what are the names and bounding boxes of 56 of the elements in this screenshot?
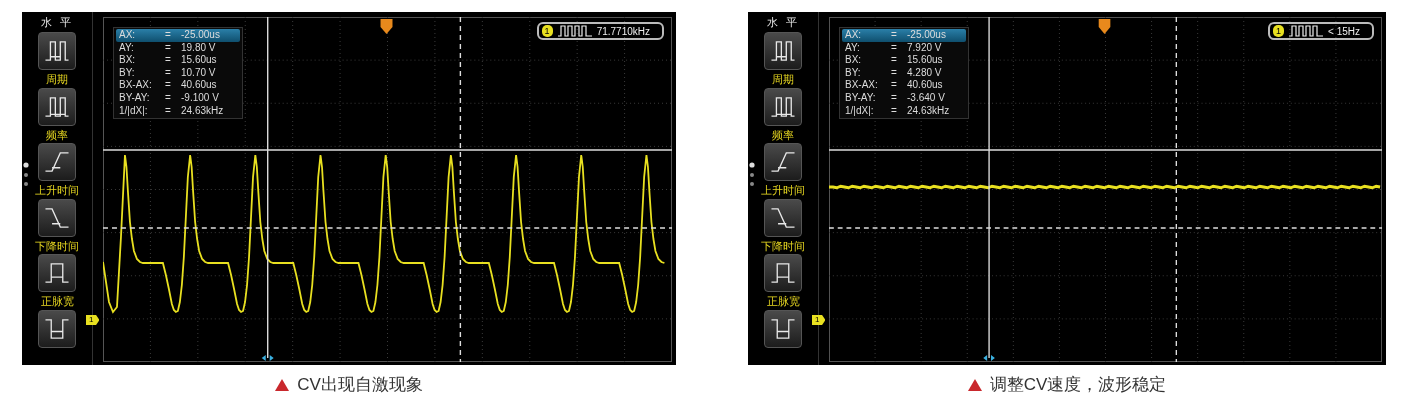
cursor-handle-icon [261,355,274,361]
measure-button[interactable] [38,87,76,126]
readout-row[interactable]: AY: = 19.80 V [116,41,240,55]
readout-row[interactable]: BY-AY: = -3.640 V [842,91,966,105]
measure-label: 周期 [46,72,68,88]
triangle-icon [275,378,290,391]
measure-label: 上升时间 [35,183,79,199]
measure-button[interactable] [764,198,802,237]
measure-label: 周期 [772,72,794,88]
readout-row[interactable]: BX: = 15.60us [116,54,240,67]
triangle-icon [967,378,982,391]
readout-row[interactable]: 1/|dX|: = 24.63kHz [116,104,240,118]
trigger-marker-icon [380,19,393,34]
measure-button[interactable] [38,143,76,182]
menu-title: 水 平 [767,15,799,30]
channel-badge: 1 [1273,25,1285,37]
measure-button[interactable] [38,309,76,348]
page-dots-icon [749,162,755,188]
square-wave-icon [556,25,593,37]
readout-row[interactable]: BX: = 15.60us [842,54,966,67]
frequency-value: 71.7710kHz [596,25,650,37]
measure-label: 正脉宽 [766,294,800,310]
measure-button[interactable] [764,32,802,71]
readout-row[interactable]: BX-AX: = 40.60us [116,79,240,92]
page-dots-icon [23,162,29,188]
measure-label: 正脉宽 [40,294,74,310]
channel-marker: 1 [86,315,100,325]
readout-row[interactable]: BY: = 4.280 V [842,66,966,80]
readout-row[interactable]: BY-AY: = -9.100 V [116,91,240,105]
square-wave-icon [1288,25,1325,37]
measure-label: 下降时间 [35,238,79,254]
readout-row[interactable]: AX: = -25.00us [116,29,240,42]
measure-label: 频率 [772,127,794,143]
measure-button[interactable] [38,32,76,71]
channel-badge: 1 [541,25,553,37]
measure-button[interactable] [764,87,802,126]
measure-button[interactable] [38,254,76,293]
measure-button[interactable] [764,143,802,182]
measure-button[interactable] [764,309,802,348]
frequency-value: < 15Hz [1328,25,1360,37]
channel-marker: 1 [812,315,826,325]
measure-label: 上升时间 [761,183,805,199]
readout-row[interactable]: BX-AX: = 40.60us [842,79,966,92]
readout-row[interactable]: 1/|dX|: = 24.63kHz [842,104,966,118]
cursor-handle-icon [983,355,995,361]
readout-row[interactable]: BY: = 10.70 V [116,66,240,80]
figure-caption: 调整CV速度，波形稳定 [989,374,1167,396]
measure-button[interactable] [764,254,802,293]
measure-label: 频率 [46,127,68,143]
readout-row[interactable]: AX: = -25.00us [842,29,966,42]
figure-caption: CV出现自激现象 [297,374,423,396]
readout-row[interactable]: AY: = 7.920 V [842,41,966,55]
measure-button[interactable] [38,198,76,237]
menu-title: 水 平 [41,15,73,30]
trigger-marker-icon [1098,19,1111,34]
measure-label: 下降时间 [761,238,805,254]
